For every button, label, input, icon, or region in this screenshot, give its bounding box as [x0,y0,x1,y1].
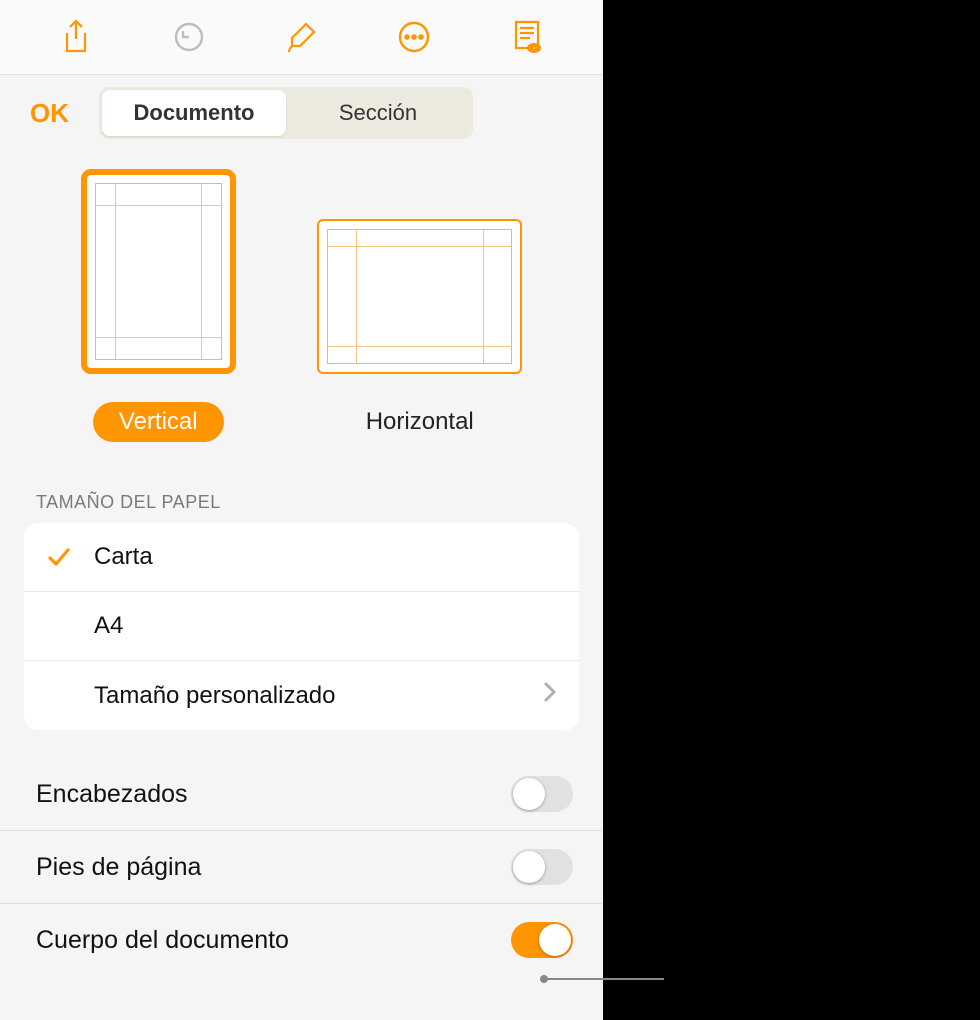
toggle-row-headers: Encabezados [0,758,603,831]
format-button[interactable] [280,16,322,58]
undo-icon [171,19,207,55]
share-icon [61,19,91,55]
tab-documento[interactable]: Documento [102,90,286,136]
toggle-label: Encabezados [36,780,188,809]
paper-size-label: A4 [94,612,123,640]
paper-size-list: Carta A4 Tamaño personalizado [24,523,579,730]
orientation-picker: Vertical Horizontal [0,139,603,462]
landscape-thumbnail [317,219,522,374]
tab-seccion[interactable]: Sección [286,90,470,136]
document-body-toggle[interactable] [511,922,573,958]
footers-toggle[interactable] [511,849,573,885]
panel-header: OK Documento Sección [0,75,603,139]
portrait-thumbnail [81,169,236,374]
annotation-callout-line [544,978,664,980]
orientation-vertical[interactable]: Vertical [81,169,236,442]
undo-button[interactable] [168,16,210,58]
more-button[interactable] [393,16,435,58]
paper-size-custom[interactable]: Tamaño personalizado [24,661,579,730]
toggle-label: Pies de página [36,853,201,882]
toggle-row-body: Cuerpo del documento [0,904,603,976]
chevron-right-icon [543,681,557,710]
orientation-horizontal[interactable]: Horizontal [317,219,522,442]
paper-size-carta[interactable]: Carta [24,523,579,592]
toggle-label: Cuerpo del documento [36,926,289,955]
more-icon [397,20,431,54]
toggle-row-footers: Pies de página [0,831,603,904]
paper-size-a4[interactable]: A4 [24,592,579,661]
document-settings-pane: OK Documento Sección Vertical Hor [0,0,603,1020]
share-button[interactable] [55,16,97,58]
toolbar [0,0,603,75]
headers-toggle[interactable] [511,776,573,812]
ok-button[interactable]: OK [20,92,79,135]
orientation-vertical-label: Vertical [93,402,224,442]
paper-size-label: Tamaño personalizado [94,682,336,710]
view-options-button[interactable] [506,16,548,58]
paper-size-header: TAMAÑO DEL PAPEL [0,462,603,523]
format-brush-icon [284,20,318,54]
segmented-control: Documento Sección [99,87,473,139]
document-options: Encabezados Pies de página Cuerpo del do… [0,758,603,976]
checkmark-icon [46,544,94,570]
paper-size-label: Carta [94,543,153,571]
orientation-horizontal-label: Horizontal [340,402,500,442]
view-options-icon [510,18,544,56]
